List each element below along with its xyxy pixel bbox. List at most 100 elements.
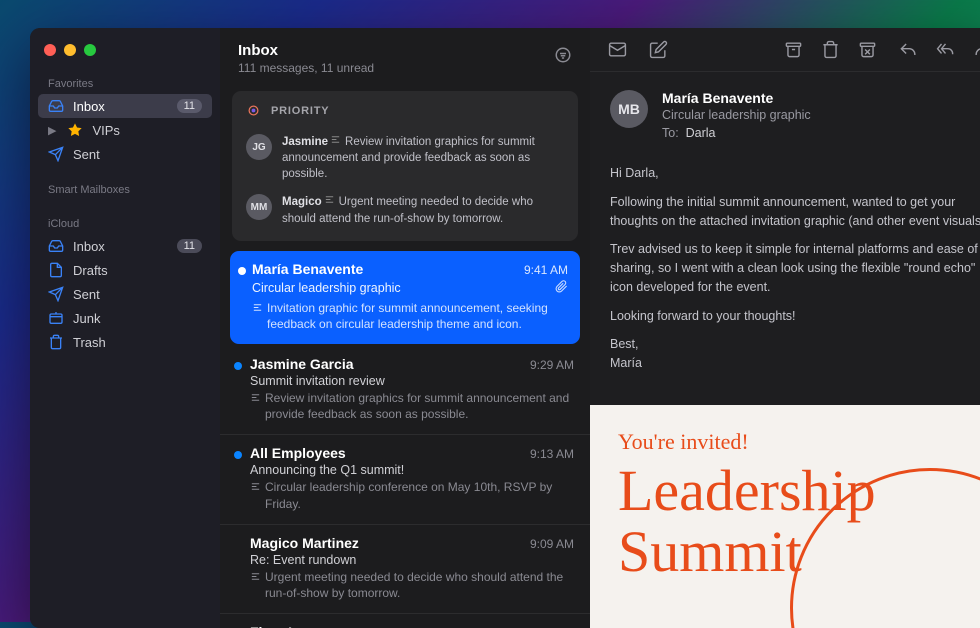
email-sender: Magico Martinez (250, 535, 359, 551)
email-item[interactable]: Fleur Lasseur8:57 AMStrategy deck v5Meet… (220, 613, 590, 628)
email-item[interactable]: All Employees 9:13 AM Announcing the Q1 su… (220, 434, 590, 523)
sender-name: María Benavente (662, 90, 811, 106)
sidebar-item-inbox[interactable]: Inbox 11 (38, 94, 212, 118)
document-icon (48, 262, 64, 278)
envelope-button[interactable] (608, 40, 627, 59)
avatar: JG (246, 134, 272, 160)
message-list-header: Inbox 111 messages, 11 unread (220, 28, 590, 85)
attachment-preview[interactable]: You're invited! Leadership Summit (590, 405, 980, 628)
message-body: Hi Darla, Following the initial summit a… (590, 158, 980, 401)
sidebar-item-label: Sent (73, 147, 202, 162)
minimize-window-button[interactable] (64, 44, 76, 56)
junk-icon (48, 310, 64, 326)
attachment-kicker: You're invited! (618, 429, 980, 455)
sidebar-item-vips[interactable]: ▶ VIPs (38, 118, 212, 142)
avatar: MM (246, 194, 272, 220)
junk-button[interactable] (858, 40, 877, 59)
email-subject: Announcing the Q1 summit! (250, 463, 404, 477)
compose-button[interactable] (649, 40, 668, 59)
inbox-icon (48, 98, 64, 114)
email-sender: María Benavente (252, 261, 363, 277)
reply-all-button[interactable] (936, 40, 955, 59)
summary-icon (252, 300, 263, 317)
summary-icon (330, 134, 341, 150)
summary-icon (250, 390, 261, 407)
star-icon (67, 122, 83, 138)
unread-dot-icon (234, 451, 242, 459)
priority-sparkle-icon (246, 103, 261, 118)
sidebar-item-label: Drafts (73, 263, 202, 278)
unread-dot-icon (234, 362, 242, 370)
archive-button[interactable] (784, 40, 803, 59)
sidebar-item-trash[interactable]: Trash (38, 330, 212, 354)
priority-item[interactable]: MM MagicoUrgent meeting needed to decide… (246, 188, 564, 232)
priority-summary: MagicoUrgent meeting needed to decide wh… (282, 194, 564, 226)
sidebar-item-junk[interactable]: Junk (38, 306, 212, 330)
trash-icon (48, 334, 64, 350)
message-subject: Circular leadership graphic (662, 108, 811, 122)
sidebar-item-label: Sent (73, 287, 202, 302)
email-item[interactable]: María Benavente 9:41 AM Circular leadershi… (230, 251, 580, 344)
close-window-button[interactable] (44, 44, 56, 56)
sidebar-item-sent[interactable]: Sent (38, 142, 212, 166)
smart-mailboxes-label: Smart Mailboxes (38, 178, 212, 200)
sidebar-item-label: Inbox (73, 99, 168, 114)
inbox-icon (48, 238, 64, 254)
email-time: 9:41 AM (524, 263, 568, 277)
traffic-lights (38, 40, 212, 72)
email-preview: Invitation graphic for summit announceme… (252, 300, 568, 332)
summary-icon (250, 479, 261, 496)
icloud-section-label: iCloud (38, 212, 212, 234)
email-subject: Re: Event rundown (250, 553, 356, 567)
email-subject: Summit invitation review (250, 374, 385, 388)
sidebar-item-label: Trash (73, 335, 202, 350)
reply-button[interactable] (899, 40, 918, 59)
email-sender: All Employees (250, 445, 346, 461)
email-sender: Fleur Lasseur (250, 624, 342, 628)
sidebar-item-label: Junk (73, 311, 202, 326)
disclosure-triangle-icon[interactable]: ▶ (48, 124, 56, 137)
message-list-pane: Inbox 111 messages, 11 unread PRIORITY J… (220, 28, 590, 628)
favorites-section-label: Favorites (38, 72, 212, 94)
sidebar-item-label: Inbox (73, 239, 168, 254)
priority-section: PRIORITY JG JasmineReview invitation gra… (232, 91, 578, 241)
email-time: 9:13 AM (530, 447, 574, 461)
email-item[interactable]: Magico Martinez 9:09 AM Re: Event rundown U… (220, 524, 590, 613)
email-preview: Review invitation graphics for summit an… (250, 390, 574, 422)
mailbox-title: Inbox (238, 42, 374, 59)
email-time: 9:09 AM (530, 537, 574, 551)
sidebar-item-label: VIPs (92, 123, 202, 138)
message-header: MB María Benavente Circular leadership g… (590, 72, 980, 158)
priority-item[interactable]: JG JasmineReview invitation graphics for… (246, 128, 564, 188)
priority-summary: JasmineReview invitation graphics for su… (282, 134, 564, 182)
message-toolbar (590, 28, 980, 72)
sidebar-item-icloud-inbox[interactable]: Inbox 11 (38, 234, 212, 258)
reading-pane: MB María Benavente Circular leadership g… (590, 28, 980, 628)
priority-label: PRIORITY (271, 105, 329, 117)
unread-badge: 11 (177, 99, 202, 113)
unread-badge: 11 (177, 239, 202, 253)
filter-button[interactable] (554, 42, 572, 69)
summary-icon (324, 194, 335, 210)
sidebar-item-drafts[interactable]: Drafts (38, 258, 212, 282)
sidebar: Favorites Inbox 11 ▶ VIPs Sent Smart Mai… (30, 28, 220, 628)
summary-icon (250, 569, 261, 586)
mail-window: Favorites Inbox 11 ▶ VIPs Sent Smart Mai… (30, 28, 980, 628)
sidebar-item-icloud-sent[interactable]: Sent (38, 282, 212, 306)
maximize-window-button[interactable] (84, 44, 96, 56)
email-sender: Jasmine Garcia (250, 356, 354, 372)
sender-avatar: MB (610, 90, 648, 128)
mailbox-count: 111 messages, 11 unread (238, 61, 374, 75)
paper-plane-icon (48, 146, 64, 162)
email-time: 9:29 AM (530, 358, 574, 372)
forward-button[interactable] (973, 40, 980, 59)
email-preview: Circular leadership conference on May 10… (250, 479, 574, 511)
email-item[interactable]: Jasmine Garcia 9:29 AM Summit invitation r… (220, 346, 590, 434)
email-preview: Urgent meeting needed to decide who shou… (250, 569, 574, 601)
unread-dot-icon (238, 267, 246, 275)
attachment-icon (555, 280, 568, 298)
delete-button[interactable] (821, 40, 840, 59)
email-subject: Circular leadership graphic (252, 281, 401, 295)
message-recipients: To: Darla (662, 126, 811, 140)
paper-plane-icon (48, 286, 64, 302)
